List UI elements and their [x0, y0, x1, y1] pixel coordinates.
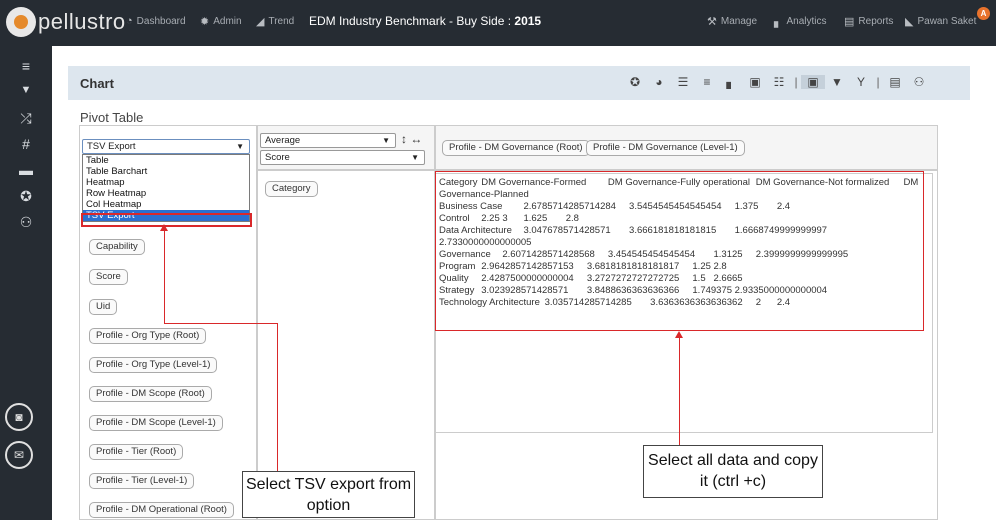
- filter-icon[interactable]: ▼: [0, 84, 52, 96]
- field-pill[interactable]: Profile - DM Scope (Level-1): [89, 415, 223, 431]
- renderer-option[interactable]: Table: [83, 155, 249, 166]
- arrow-up-icon: [675, 331, 683, 338]
- data-highlight-box: [435, 171, 924, 331]
- annotation-line: [164, 323, 277, 324]
- field-pill[interactable]: Profile - Tier (Root): [89, 444, 184, 460]
- globe-icon[interactable]: ✪: [0, 188, 52, 205]
- aggregator-select[interactable]: Average ▼: [260, 133, 396, 148]
- pivot-table-title: Pivot Table: [80, 110, 144, 125]
- nav-trend-label: Trend: [268, 16, 295, 27]
- nav-user-menu[interactable]: ◣ Pawan Saket: [905, 15, 976, 28]
- nav-manage-label: Manage: [720, 16, 758, 27]
- renderer-option[interactable]: Row Heatmap: [83, 188, 249, 199]
- tsv-export-callout: Select TSV export from option: [242, 471, 415, 518]
- aggregator-field-select[interactable]: Score ▼: [260, 150, 425, 165]
- nav-admin[interactable]: ✹ Admin: [200, 15, 242, 28]
- top-bar: pellustro ◔ Dashboard ✹ Admin ◢ Trend ED…: [0, 0, 996, 46]
- chart-toolbar: ✪ ◕ ☰ ≡ ▖ ▣ ☷ | ▣ ▼ Y | ▤ ⚇: [623, 75, 931, 89]
- annotation-line: [277, 323, 278, 471]
- pie-chart-icon[interactable]: ◕: [647, 75, 671, 89]
- box-icon[interactable]: ▬: [0, 162, 52, 178]
- image-icon[interactable]: ▣: [743, 75, 767, 89]
- page-title: EDM Industry Benchmark - Buy Side : 2015: [309, 14, 541, 28]
- row-field-pill[interactable]: Category: [265, 181, 318, 197]
- merge-icon[interactable]: Y: [849, 75, 873, 89]
- users-chart-icon[interactable]: ⚇: [907, 75, 931, 89]
- toolbar-separator: |: [876, 75, 880, 89]
- list-icon[interactable]: ≡: [695, 75, 719, 89]
- row-fields-area: [257, 170, 435, 520]
- field-pill[interactable]: Profile - Org Type (Level-1): [89, 357, 218, 373]
- notification-badge[interactable]: A: [977, 7, 990, 20]
- annotation-line: [679, 334, 680, 445]
- renderer-option[interactable]: Table Barchart: [83, 166, 249, 177]
- nav-dashboard-label: Dashboard: [136, 15, 186, 27]
- mail-icon[interactable]: ✉: [5, 441, 33, 469]
- camera-icon[interactable]: ◙: [5, 403, 33, 431]
- field-pill[interactable]: Capability: [89, 239, 145, 255]
- nav-trend[interactable]: ◢ Trend: [256, 15, 294, 28]
- globe-chart-icon[interactable]: ✪: [623, 75, 647, 89]
- user-icon: ◣: [905, 16, 914, 28]
- reports-icon: ▤: [844, 16, 855, 28]
- field-pill[interactable]: Profile - Tier (Level-1): [89, 473, 195, 489]
- chart-header: Chart ✪ ◕ ☰ ≡ ▖ ▣ ☷ | ▣ ▼ Y | ▤ ⚇: [68, 66, 970, 100]
- arrow-up-icon: [160, 224, 168, 231]
- page-title-year: 2015: [514, 14, 542, 28]
- table-icon[interactable]: ☷: [767, 75, 791, 89]
- chevron-down-icon: ▼: [411, 153, 419, 162]
- field-pill[interactable]: Profile - Org Type (Root): [89, 328, 207, 344]
- main-content: Chart ✪ ◕ ☰ ≡ ▖ ▣ ☷ | ▣ ▼ Y | ▤ ⚇ Pivot …: [52, 46, 996, 520]
- field-pill[interactable]: Uid: [89, 299, 118, 315]
- nav-user-name: Pawan Saket: [917, 16, 977, 27]
- renderer-dropdown: Table Table Barchart Heatmap Row Heatmap…: [82, 154, 250, 222]
- logo-text: pellustro: [38, 9, 126, 34]
- field-pill[interactable]: Profile - DM Operational (Root): [89, 502, 234, 518]
- chevron-down-icon: ▼: [236, 142, 244, 151]
- nav-reports-label: Reports: [858, 16, 894, 27]
- renderer-select[interactable]: TSV Export ▼: [82, 139, 250, 154]
- document-icon[interactable]: ▤: [883, 75, 907, 89]
- dashboard-icon: ◔: [126, 15, 133, 27]
- renderer-option[interactable]: Col Heatmap: [83, 199, 249, 210]
- analytics-icon: ▖: [774, 16, 783, 28]
- column-field-pill[interactable]: Profile - DM Governance (Root): [442, 140, 590, 156]
- nav-analytics[interactable]: ▖ Analytics: [774, 15, 826, 28]
- chart-title: Chart: [80, 76, 114, 91]
- menu-icon[interactable]: ≡: [0, 58, 52, 74]
- pivot-icon[interactable]: ▣: [801, 75, 825, 89]
- column-field-pill[interactable]: Profile - DM Governance (Level-1): [586, 140, 745, 156]
- aggregator-select-value: Average: [265, 135, 301, 146]
- users-icon[interactable]: ⚇: [0, 214, 52, 231]
- wrench-icon: ⚒: [707, 16, 717, 28]
- renderer-option[interactable]: Heatmap: [83, 177, 249, 188]
- nav-reports[interactable]: ▤ Reports: [844, 15, 893, 28]
- aggregator-field-value: Score: [265, 152, 290, 163]
- field-pill[interactable]: Score: [89, 269, 128, 285]
- nav-dashboard[interactable]: ◔ Dashboard: [126, 15, 186, 27]
- copy-data-callout: Select all data and copy it (ctrl +c): [643, 445, 823, 498]
- renderer-select-value: TSV Export: [87, 141, 136, 152]
- toolbar-separator: |: [794, 75, 798, 89]
- bar-chart-icon[interactable]: ▖: [719, 75, 743, 89]
- stacked-list-icon[interactable]: ☰: [671, 75, 695, 89]
- logo-mark-icon: [6, 7, 36, 37]
- chevron-down-icon: ▼: [382, 136, 390, 145]
- sidebar: ≡ ▼ ⤮ # ▬ ✪ ⚇ ◙ ✉: [0, 46, 52, 520]
- annotation-line: [164, 227, 165, 323]
- trend-icon: ◢: [256, 16, 265, 28]
- columns-icon[interactable]: #: [0, 136, 52, 152]
- shuffle-icon[interactable]: ⤮: [0, 110, 52, 127]
- logo[interactable]: pellustro: [6, 7, 126, 37]
- nav-manage[interactable]: ⚒ Manage: [707, 15, 757, 28]
- nav-admin-label: Admin: [213, 16, 242, 27]
- nav-analytics-label: Analytics: [786, 16, 827, 27]
- page-title-prefix: EDM Industry Benchmark - Buy Side :: [309, 14, 515, 28]
- filter-chart-icon[interactable]: ▼: [825, 75, 849, 89]
- gear-icon: ✹: [200, 16, 210, 28]
- field-pill[interactable]: Profile - DM Scope (Root): [89, 386, 212, 402]
- sort-toggle-icons[interactable]: ↕ ↔: [401, 132, 422, 146]
